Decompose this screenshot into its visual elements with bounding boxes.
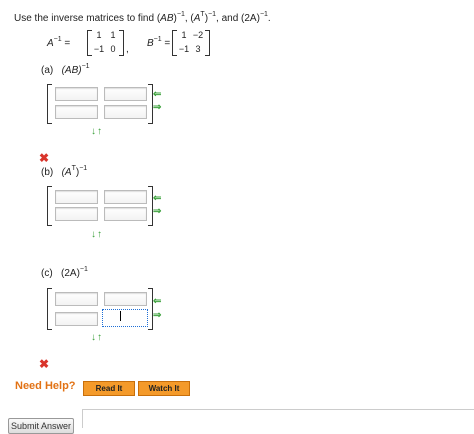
part-c-incorrect-icon: ✖ [39,357,50,371]
b-inverse-matrix: 1 −2 −1 3 [177,28,205,56]
part-b-cell-11[interactable] [55,190,98,204]
part-a-bracket-left [47,84,52,124]
part-c-row-controls: ↓↑ [91,332,103,343]
part-c-cell-21[interactable] [55,312,98,326]
part-a-cell-11[interactable] [55,87,98,101]
part-a-row-controls: ↓↑ [91,126,103,137]
part-c-remove-row-icon[interactable]: ↑ [97,332,103,343]
part-b-label: (b) (AT)−1 [41,165,88,178]
part-b-add-column-icon[interactable]: ⇒ [153,207,161,217]
part-b-cell-22[interactable] [104,207,147,221]
question-intro: Use the inverse matrices to find ( [14,13,161,24]
part-a-incorrect-icon: ✖ [39,151,50,165]
part-c-remove-column-icon[interactable]: ⇐ [153,297,161,307]
part-c-bracket-left [47,288,52,330]
part-c-bracket-right [148,288,153,330]
a-inv-cell-22: 0 [110,44,116,54]
part-b-row-controls: ↓↑ [91,229,103,240]
part-b-cell-12[interactable] [104,190,147,204]
part-b-remove-row-icon[interactable]: ↑ [97,229,103,240]
question-suffix: , and (2A) [216,13,260,24]
watch-it-button[interactable]: Watch It [138,381,190,396]
part-a-cell-12[interactable] [104,87,147,101]
b-inv-cell-22: 3 [195,44,201,54]
part-a-remove-row-icon[interactable]: ↑ [97,126,103,137]
b-inv-cell-21: −1 [178,44,190,54]
part-a-remove-column-icon[interactable]: ⇐ [153,90,161,100]
a-inverse-label: A−1 = [47,36,71,49]
part-c-label: (c) (2A)−1 [41,266,88,279]
need-help-label: Need Help? [15,380,76,392]
part-a-add-column-icon[interactable]: ⇒ [153,103,161,113]
a-inverse-bracket-right [119,30,124,56]
b-inverse-label: B−1 = [147,36,171,49]
part-c-cell-12[interactable] [104,292,147,306]
b-inv-cell-12: −2 [192,30,204,40]
part-b-remove-column-icon[interactable]: ⇐ [153,194,161,204]
answer-area-divider [82,409,474,428]
part-c-cell-22[interactable] [102,309,148,327]
a-inverse-matrix: 1 1 −1 0 [92,28,120,56]
b-inv-cell-11: 1 [181,30,187,40]
text-caret [120,311,121,321]
read-it-button[interactable]: Read It [83,381,135,396]
part-c-add-column-icon[interactable]: ⇒ [153,311,161,321]
part-a-label: (a) (AB)−1 [41,63,90,76]
part-a-cell-22[interactable] [104,105,147,119]
submit-answer-button[interactable]: Submit Answer [8,418,74,434]
a-inv-cell-21: −1 [93,44,105,54]
part-c-cell-11[interactable] [55,292,98,306]
a-inv-cell-11: 1 [96,30,102,40]
part-a-cell-21[interactable] [55,105,98,119]
part-b-bracket-left [47,186,52,226]
a-inv-cell-12: 1 [110,30,116,40]
question-text: Use the inverse matrices to find (AB)−1,… [14,11,271,24]
part-b-cell-21[interactable] [55,207,98,221]
comma: , [126,44,129,55]
b-inverse-bracket-right [205,30,210,56]
